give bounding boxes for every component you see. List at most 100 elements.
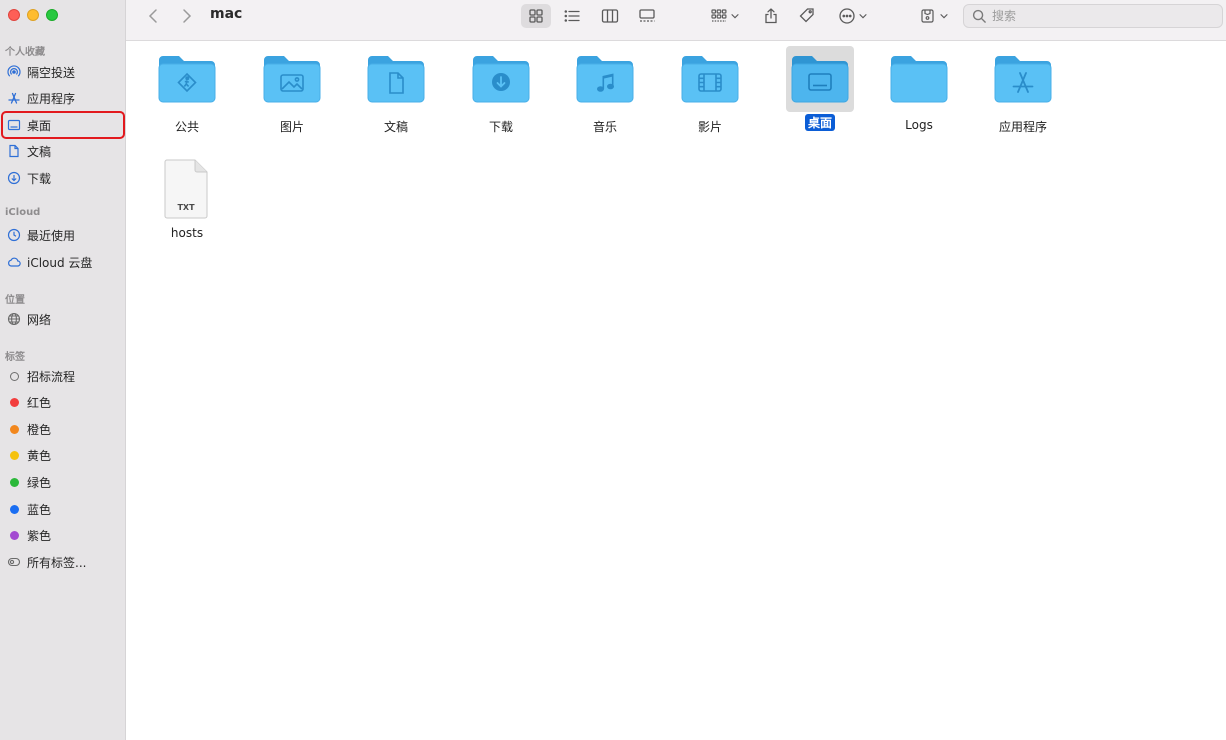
sidebar-item-label: iCloud 云盘 bbox=[27, 255, 93, 270]
music-folder-icon bbox=[571, 46, 639, 112]
desktop-folder-icon bbox=[786, 46, 854, 112]
document-icon bbox=[7, 144, 21, 158]
file-label: 桌面 bbox=[804, 114, 835, 131]
tags-section-title: 标签 bbox=[5, 352, 25, 363]
documents-folder-icon bbox=[362, 46, 430, 112]
back-button[interactable] bbox=[144, 4, 164, 28]
sidebar-tag-orange[interactable]: 橙色 bbox=[2, 418, 122, 440]
file-label: 下载 bbox=[488, 120, 513, 134]
grid-dots-icon bbox=[711, 9, 727, 22]
window-title: mac bbox=[210, 6, 243, 22]
sidebar-item-applications[interactable]: 应用程序 bbox=[2, 87, 122, 109]
search-input[interactable] bbox=[992, 9, 1192, 23]
actions-menu-button[interactable] bbox=[918, 4, 950, 28]
zoom-button[interactable] bbox=[46, 9, 58, 21]
search-icon bbox=[972, 9, 986, 23]
columns-icon bbox=[601, 9, 619, 23]
minimize-button[interactable] bbox=[27, 9, 39, 21]
sidebar-item-network[interactable]: 网络 bbox=[2, 308, 122, 330]
folder-action-icon bbox=[921, 9, 934, 23]
forward-button[interactable] bbox=[176, 4, 196, 28]
list-view-button[interactable] bbox=[557, 4, 587, 28]
sidebar-item-label: 所有标签... bbox=[27, 555, 87, 570]
sidebar-item-label: 文稿 bbox=[27, 144, 52, 159]
sidebar-item-desktop[interactable]: 桌面 bbox=[1, 111, 125, 139]
share-button[interactable] bbox=[760, 4, 782, 28]
share-icon bbox=[765, 8, 777, 24]
tag-icon bbox=[799, 8, 814, 23]
sidebar-item-recents[interactable]: 最近使用 bbox=[2, 224, 122, 246]
file-item-pictures[interactable]: 图片 bbox=[247, 46, 337, 135]
file-item-downloads[interactable]: 下载 bbox=[456, 46, 546, 135]
ellipsis-circle-icon bbox=[839, 8, 855, 24]
airdrop-icon bbox=[7, 65, 21, 79]
sidebar-tag-green[interactable]: 绿色 bbox=[2, 471, 122, 493]
close-button[interactable] bbox=[8, 9, 20, 21]
sidebar: 个人收藏 隔空投送 应用程序 桌面 文稿 下载 iCloud 最近使用 iClo… bbox=[0, 0, 126, 740]
downloads-folder-icon bbox=[467, 46, 535, 112]
tag-green-dot-icon bbox=[7, 475, 21, 489]
sidebar-item-label: 下载 bbox=[27, 171, 52, 186]
tag-purple-dot-icon bbox=[7, 528, 21, 542]
sidebar-item-documents[interactable]: 文稿 bbox=[2, 140, 122, 162]
pictures-folder-icon bbox=[258, 46, 326, 112]
sidebar-item-label: 红色 bbox=[27, 395, 52, 410]
clock-icon bbox=[7, 228, 21, 242]
sidebar-tag-blue[interactable]: 蓝色 bbox=[2, 498, 122, 520]
icon-view-button[interactable] bbox=[521, 4, 551, 28]
sidebar-item-downloads[interactable]: 下载 bbox=[2, 167, 122, 189]
file-item-public[interactable]: 公共 bbox=[142, 46, 232, 135]
download-icon bbox=[7, 171, 21, 185]
folder-icon bbox=[885, 46, 953, 112]
file-item-movies[interactable]: 影片 bbox=[665, 46, 755, 135]
sidebar-item-label: 招标流程 bbox=[27, 369, 76, 384]
file-item-music[interactable]: 音乐 bbox=[560, 46, 650, 135]
movies-folder-icon bbox=[676, 46, 744, 112]
txt-file-icon: TXT bbox=[153, 154, 221, 224]
search-field[interactable] bbox=[963, 4, 1223, 28]
sidebar-tag-bidding[interactable]: 招标流程 bbox=[2, 365, 122, 387]
sidebar-item-icloud-drive[interactable]: iCloud 云盘 bbox=[2, 251, 122, 273]
sidebar-tag-red[interactable]: 红色 bbox=[2, 391, 122, 413]
sidebar-tag-purple[interactable]: 紫色 bbox=[2, 524, 122, 546]
locations-section-title: 位置 bbox=[5, 295, 25, 306]
file-label: Logs bbox=[905, 118, 933, 132]
tags-button[interactable] bbox=[796, 4, 818, 28]
sidebar-item-label: 紫色 bbox=[27, 528, 52, 543]
file-item-hosts[interactable]: TXT hosts bbox=[142, 154, 232, 240]
favorites-section-title: 个人收藏 bbox=[5, 47, 45, 58]
file-label: 音乐 bbox=[592, 120, 617, 134]
file-type-badge: TXT bbox=[177, 203, 195, 212]
sidebar-item-label: 橙色 bbox=[27, 422, 52, 437]
file-label: 图片 bbox=[279, 120, 304, 134]
file-item-documents[interactable]: 文稿 bbox=[351, 46, 441, 135]
file-item-applications[interactable]: 应用程序 bbox=[978, 46, 1068, 135]
list-icon bbox=[564, 10, 580, 22]
sidebar-tag-all[interactable]: 所有标签... bbox=[2, 551, 122, 573]
gallery-icon bbox=[639, 9, 655, 22]
sidebar-item-label: 应用程序 bbox=[27, 91, 76, 106]
sidebar-tag-yellow[interactable]: 黄色 bbox=[2, 444, 122, 466]
desktop-icon bbox=[7, 118, 21, 132]
column-view-button[interactable] bbox=[595, 4, 625, 28]
applications-icon bbox=[7, 91, 21, 105]
chevron-down-icon bbox=[940, 13, 948, 19]
tag-hollow-dot-icon bbox=[7, 369, 21, 383]
group-by-button[interactable] bbox=[706, 4, 744, 28]
sidebar-item-airdrop[interactable]: 隔空投送 bbox=[2, 61, 122, 83]
file-item-logs[interactable]: Logs bbox=[874, 46, 964, 132]
tag-yellow-dot-icon bbox=[7, 448, 21, 462]
sidebar-item-label: 最近使用 bbox=[27, 228, 76, 243]
toolbar: mac bbox=[126, 0, 1226, 41]
file-label: hosts bbox=[170, 226, 204, 240]
grid-icon bbox=[529, 9, 543, 23]
file-label: 文稿 bbox=[383, 120, 408, 134]
more-actions-button[interactable] bbox=[835, 4, 871, 28]
chevron-down-icon bbox=[859, 13, 867, 19]
file-item-desktop[interactable]: 桌面 bbox=[775, 46, 865, 131]
sidebar-item-label: 桌面 bbox=[27, 118, 52, 133]
gallery-view-button[interactable] bbox=[632, 4, 662, 28]
file-label: 公共 bbox=[174, 120, 199, 134]
tag-orange-dot-icon bbox=[7, 422, 21, 436]
sidebar-item-label: 绿色 bbox=[27, 475, 52, 490]
